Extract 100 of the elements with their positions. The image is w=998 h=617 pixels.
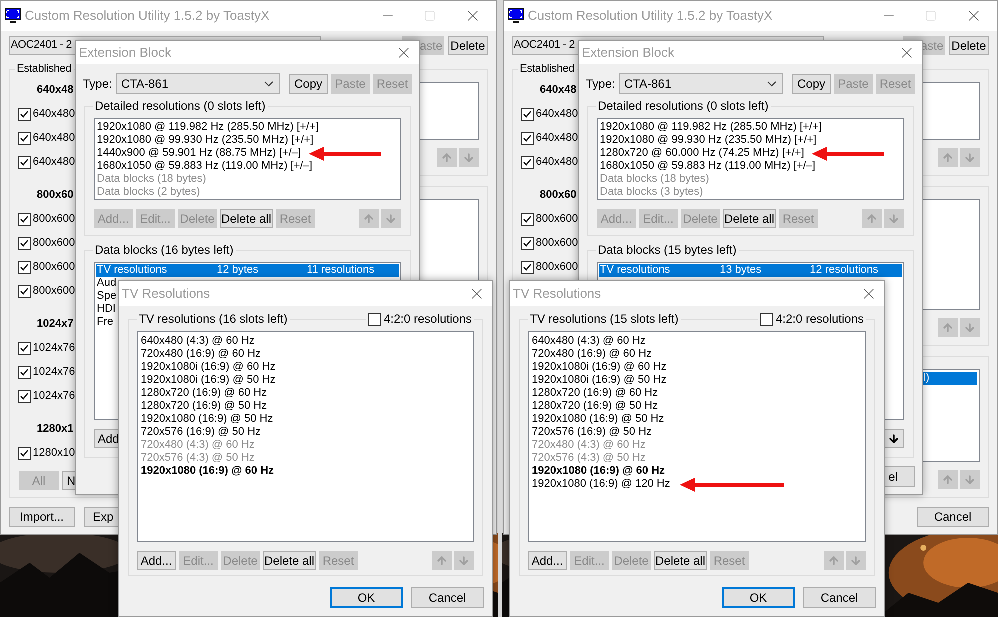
checkbox[interactable] (18, 108, 31, 120)
button[interactable]: Delete all (654, 551, 707, 570)
checkbox-label: 800x600 (536, 212, 578, 227)
checkbox[interactable] (18, 390, 31, 402)
list-item[interactable]: 1280x720 (16:9) @ 60 Hz (141, 387, 268, 400)
button[interactable]: Copy (289, 74, 328, 94)
button[interactable]: Copy (792, 74, 831, 94)
table-cell: HDI (97, 303, 116, 316)
list-item[interactable]: 1280x720 (16:9) @ 50 Hz (141, 400, 268, 413)
checkbox-label: 800x600 (33, 260, 76, 275)
button[interactable]: Cancel (917, 507, 989, 527)
list-item[interactable]: 1440x900 @ 59.901 Hz (88.75 MHz) [+/–] (97, 147, 302, 160)
arrow-down-icon (964, 152, 976, 164)
list-item[interactable]: 720x480 (16:9) @ 60 Hz (532, 348, 652, 361)
list-item[interactable]: 1920x1080 (16:9) @ 60 Hz (532, 465, 666, 478)
list-item[interactable]: 1920x1080 @ 99.930 Hz (235.50 MHz) [+/+] (97, 134, 314, 147)
arrow-up-icon (942, 152, 954, 164)
window-title: TV Resolutions (122, 284, 210, 303)
checkbox[interactable] (521, 236, 534, 250)
field-label: Type: (586, 76, 616, 92)
checkbox[interactable] (521, 212, 534, 226)
arrow-down-icon (888, 432, 900, 444)
list-row[interactable]: TV resolutions 13 bytes 12 resolutions (599, 264, 902, 277)
button[interactable]: Cancel (411, 587, 484, 608)
checkbox[interactable] (18, 366, 31, 378)
list-item[interactable]: 640x480 (4:3) @ 60 Hz (141, 335, 255, 348)
checkbox-label: 640x480 (33, 130, 76, 146)
checkbox-label: 1024x76 (33, 388, 76, 404)
checkbox-label: 640x480 (536, 106, 578, 122)
button[interactable]: Add... (528, 551, 567, 570)
checkbox[interactable] (18, 284, 31, 298)
button[interactable]: Cancel (803, 587, 876, 608)
button[interactable]: Delete all (263, 551, 316, 570)
list-item[interactable]: 1920x1080 (16:9) @ 120 Hz (532, 478, 670, 491)
list-item[interactable]: 720x576 (16:9) @ 50 Hz (141, 426, 262, 439)
checkbox[interactable] (368, 313, 381, 326)
list-item[interactable]: 720x480 (16:9) @ 60 Hz (141, 348, 262, 361)
list-item[interactable]: 1920x1080 (16:9) @ 50 Hz (141, 413, 274, 426)
list-item[interactable]: 1920x1080 @ 119.982 Hz (285.50 MHz) [+/+] (600, 121, 822, 134)
checkbox[interactable] (18, 212, 31, 226)
button[interactable]: Delete all (723, 209, 776, 228)
table-cell-text: TV resolutions (97, 264, 168, 277)
monitor-icon (5, 8, 21, 24)
list-item[interactable]: 1920x1080 @ 119.982 Hz (285.50 MHz) [+/+] (97, 121, 319, 134)
window-title: Extension Block (582, 44, 674, 62)
button[interactable]: Delete (448, 36, 488, 55)
button[interactable]: OK (722, 587, 795, 608)
list-item[interactable]: 720x576 (16:9) @ 50 Hz (532, 426, 652, 439)
list-item[interactable]: 640x480 (4:3) @ 60 Hz (532, 335, 646, 348)
checkbox-label: 4:2:0 resolutions (384, 312, 472, 327)
checkbox[interactable] (521, 132, 534, 144)
checkbox-label: 640x480 (536, 154, 578, 170)
table-cell-text: TV resolutions (600, 264, 672, 277)
button[interactable]: Delete (949, 36, 989, 55)
arrow-down-icon (888, 212, 900, 224)
button[interactable]: Add... (137, 551, 176, 570)
arrow-up-icon (828, 554, 840, 566)
table-cell-text: 12 bytes (217, 264, 260, 277)
monitor-icon (508, 8, 524, 24)
checkbox[interactable] (18, 342, 31, 354)
list-item[interactable]: 1280x720 (16:9) @ 60 Hz (532, 387, 658, 400)
list-item[interactable]: 1920x1080i (16:9) @ 60 Hz (532, 361, 667, 374)
list-item[interactable]: 1920x1080 (16:9) @ 50 Hz (532, 413, 664, 426)
list-item[interactable]: 1920x1080 (16:9) @ 60 Hz (141, 465, 274, 478)
list-item[interactable]: 1680x1050 @ 59.883 Hz (119.00 MHz) [+/–] (97, 160, 313, 173)
window-title: Extension Block (79, 44, 172, 62)
list-item[interactable]: 1920x1080 @ 99.930 Hz (235.50 MHz) [+/+] (600, 134, 817, 147)
button[interactable]: Import... (9, 507, 75, 527)
arrow-down-icon (850, 554, 862, 566)
list-item[interactable]: 1920x1080i (16:9) @ 60 Hz (141, 361, 276, 374)
type-dropdown[interactable]: CTA-861 (116, 73, 280, 94)
checkbox-label: 4:2:0 resolutions (776, 312, 864, 327)
table-cell-text: 13 bytes (720, 264, 763, 277)
list-item[interactable]: 1920x1080i (16:9) @ 50 Hz (141, 374, 276, 387)
list-item[interactable]: 1920x1080i (16:9) @ 50 Hz (532, 374, 667, 387)
checkbox[interactable] (18, 156, 31, 168)
resolution-heading: 640x48 (37, 82, 74, 98)
move-down-button[interactable] (884, 429, 904, 448)
list-item[interactable]: 1680x1050 @ 59.883 Hz (119.00 MHz) [+/–] (600, 160, 816, 173)
resolution-heading: 800x60 (540, 188, 577, 203)
group-label: Data blocks (16 bytes left) (93, 243, 236, 258)
list-item[interactable]: 1280x720 @ 60.000 Hz (74.25 MHz) [+/+] (600, 147, 804, 160)
button[interactable]: OK (330, 587, 403, 608)
list-row[interactable]: TV resolutions 12 bytes 11 resolutions (96, 264, 399, 277)
list-item[interactable]: 1280x720 (16:9) @ 50 Hz (532, 400, 658, 413)
checkbox[interactable] (18, 446, 31, 460)
checkbox-label: 1024x76 (33, 364, 76, 380)
checkbox[interactable] (760, 313, 773, 326)
checkbox[interactable] (18, 260, 31, 274)
type-dropdown[interactable]: CTA-861 (619, 73, 783, 94)
checkbox[interactable] (521, 260, 534, 274)
button[interactable]: Delete all (220, 209, 273, 228)
checkbox[interactable] (18, 132, 31, 144)
checkbox[interactable] (521, 108, 534, 120)
group-label: Detailed resolutions (0 slots left) (93, 99, 268, 114)
checkbox[interactable] (521, 156, 534, 168)
checkbox[interactable] (18, 236, 31, 250)
checkbox-label: 640x480 (33, 154, 76, 170)
window-title: TV Resolutions (513, 284, 602, 303)
group-label: TV resolutions (15 slots left) (528, 312, 681, 327)
